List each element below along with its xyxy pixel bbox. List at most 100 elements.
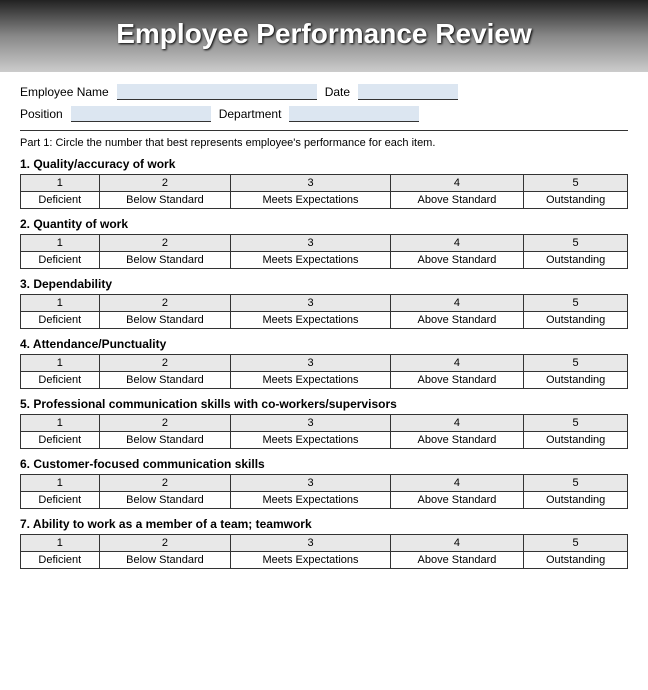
- sections-container: 1. Quality/accuracy of work12345Deficien…: [20, 157, 628, 569]
- name-row: Employee Name Date: [20, 84, 628, 100]
- col-header: 5: [524, 475, 628, 492]
- col-header: 2: [99, 295, 231, 312]
- col-header: 1: [21, 415, 100, 432]
- col-header: 4: [390, 295, 523, 312]
- rating-label: Below Standard: [99, 432, 231, 449]
- rating-label: Deficient: [21, 432, 100, 449]
- col-header: 3: [231, 175, 390, 192]
- rating-label: Meets Expectations: [231, 492, 390, 509]
- rating-label: Deficient: [21, 492, 100, 509]
- col-header: 3: [231, 475, 390, 492]
- col-header: 5: [524, 295, 628, 312]
- employee-name-label: Employee Name: [20, 85, 109, 99]
- rating-label: Meets Expectations: [231, 372, 390, 389]
- col-header: 1: [21, 355, 100, 372]
- col-header: 5: [524, 235, 628, 252]
- rating-table-1: 12345 DeficientBelow StandardMeets Expect…: [20, 174, 628, 209]
- rating-label: Deficient: [21, 252, 100, 269]
- rating-table-6: 12345 DeficientBelow StandardMeets Expect…: [20, 474, 628, 509]
- col-header: 1: [21, 175, 100, 192]
- rating-label: Meets Expectations: [231, 252, 390, 269]
- position-input[interactable]: [71, 106, 211, 122]
- col-header: 2: [99, 235, 231, 252]
- col-header: 5: [524, 535, 628, 552]
- employee-name-input[interactable]: [117, 84, 317, 100]
- date-input[interactable]: [358, 84, 458, 100]
- rating-label: Outstanding: [524, 492, 628, 509]
- col-header: 4: [390, 235, 523, 252]
- page: Employee Performance Review Employee Nam…: [0, 0, 648, 690]
- position-row: Position Department: [20, 106, 628, 122]
- col-header: 4: [390, 355, 523, 372]
- col-header: 2: [99, 415, 231, 432]
- col-header: 3: [231, 415, 390, 432]
- section-title-3: 3. Dependability: [20, 277, 628, 291]
- rating-table-7: 12345 DeficientBelow StandardMeets Expect…: [20, 534, 628, 569]
- col-header: 4: [390, 415, 523, 432]
- col-header: 4: [390, 535, 523, 552]
- department-input[interactable]: [289, 106, 419, 122]
- col-header: 1: [21, 475, 100, 492]
- rating-label: Above Standard: [390, 432, 523, 449]
- col-header: 5: [524, 175, 628, 192]
- col-header: 1: [21, 235, 100, 252]
- content: Employee Name Date Position Department P…: [0, 72, 648, 587]
- rating-table-3: 12345 DeficientBelow StandardMeets Expect…: [20, 294, 628, 329]
- col-header: 3: [231, 235, 390, 252]
- col-header: 5: [524, 415, 628, 432]
- rating-label: Deficient: [21, 192, 100, 209]
- rating-label: Meets Expectations: [231, 432, 390, 449]
- col-header: 3: [231, 355, 390, 372]
- rating-label: Below Standard: [99, 312, 231, 329]
- rating-label: Outstanding: [524, 312, 628, 329]
- instructions: Part 1: Circle the number that best repr…: [20, 130, 628, 149]
- col-header: 4: [390, 475, 523, 492]
- col-header: 2: [99, 175, 231, 192]
- rating-label: Meets Expectations: [231, 552, 390, 569]
- col-header: 1: [21, 535, 100, 552]
- col-header: 2: [99, 475, 231, 492]
- rating-label: Below Standard: [99, 372, 231, 389]
- department-label: Department: [219, 107, 282, 121]
- col-header: 4: [390, 175, 523, 192]
- rating-label: Outstanding: [524, 192, 628, 209]
- col-header: 5: [524, 355, 628, 372]
- rating-label: Meets Expectations: [231, 312, 390, 329]
- rating-label: Outstanding: [524, 432, 628, 449]
- col-header: 2: [99, 355, 231, 372]
- rating-label: Below Standard: [99, 552, 231, 569]
- header: Employee Performance Review: [0, 0, 648, 72]
- col-header: 2: [99, 535, 231, 552]
- rating-label: Deficient: [21, 552, 100, 569]
- col-header: 1: [21, 295, 100, 312]
- section-title-1: 1. Quality/accuracy of work: [20, 157, 628, 171]
- rating-label: Above Standard: [390, 492, 523, 509]
- rating-table-4: 12345 DeficientBelow StandardMeets Expect…: [20, 354, 628, 389]
- date-label: Date: [325, 85, 350, 99]
- section-title-7: 7. Ability to work as a member of a team…: [20, 517, 628, 531]
- rating-label: Above Standard: [390, 252, 523, 269]
- col-header: 3: [231, 535, 390, 552]
- rating-label: Outstanding: [524, 372, 628, 389]
- section-title-2: 2. Quantity of work: [20, 217, 628, 231]
- section-title-4: 4. Attendance/Punctuality: [20, 337, 628, 351]
- rating-label: Outstanding: [524, 552, 628, 569]
- rating-label: Above Standard: [390, 552, 523, 569]
- section-title-6: 6. Customer-focused communication skills: [20, 457, 628, 471]
- rating-label: Above Standard: [390, 372, 523, 389]
- rating-label: Above Standard: [390, 192, 523, 209]
- rating-label: Deficient: [21, 312, 100, 329]
- section-title-5: 5. Professional communication skills wit…: [20, 397, 628, 411]
- rating-table-5: 12345 DeficientBelow StandardMeets Expect…: [20, 414, 628, 449]
- page-title: Employee Performance Review: [20, 18, 628, 50]
- rating-label: Above Standard: [390, 312, 523, 329]
- position-label: Position: [20, 107, 63, 121]
- rating-label: Meets Expectations: [231, 192, 390, 209]
- col-header: 3: [231, 295, 390, 312]
- rating-label: Below Standard: [99, 192, 231, 209]
- rating-label: Below Standard: [99, 252, 231, 269]
- rating-label: Deficient: [21, 372, 100, 389]
- rating-table-2: 12345 DeficientBelow StandardMeets Expect…: [20, 234, 628, 269]
- rating-label: Outstanding: [524, 252, 628, 269]
- rating-label: Below Standard: [99, 492, 231, 509]
